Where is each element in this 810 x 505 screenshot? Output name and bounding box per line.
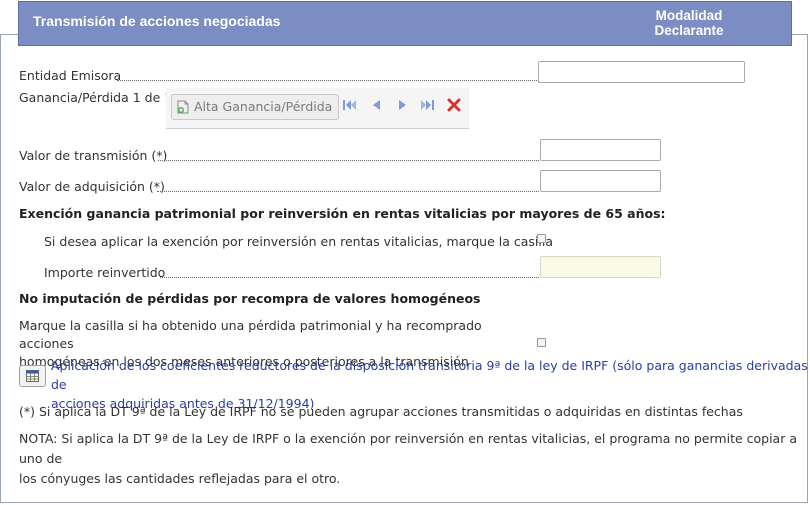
valor-transmision-label: Valor de transmisión (*) [19, 148, 168, 163]
importe-reinvertido-label: Importe reinvertido [44, 265, 166, 280]
section-header: Transmisión de acciones negociadas Modal… [18, 1, 792, 46]
valor-transmision-input[interactable] [540, 139, 661, 161]
modalidad-label: Modalidad [655, 8, 723, 23]
last-icon[interactable] [419, 98, 435, 112]
valor-adquisicion-label: Valor de adquisición (*) [19, 179, 165, 194]
exencion-checkbox[interactable] [537, 234, 546, 243]
nota-line2: los cónyuges las cantidades reflejadas p… [19, 471, 341, 486]
alta-ganancia-perdida-label: Alta Ganancia/Pérdida [194, 99, 333, 114]
declarante-label: Declarante [654, 23, 724, 38]
importe-reinvertido-input [540, 256, 661, 278]
exencion-checkbox-label: Si desea aplicar la exención por reinver… [44, 234, 553, 249]
prev-icon[interactable] [369, 98, 385, 112]
first-icon[interactable] [342, 98, 358, 112]
next-icon[interactable] [394, 98, 410, 112]
alta-ganancia-perdida-button[interactable]: Alta Ganancia/Pérdida [171, 94, 340, 120]
record-toolbar: Alta Ganancia/Pérdida [166, 88, 469, 129]
table-icon [26, 370, 39, 382]
coeficientes-reductores-link-line1: Aplicación de los coeficientes reductore… [51, 358, 808, 392]
no-imputacion-title: No imputación de pérdidas por recompra d… [19, 291, 481, 306]
asterisk-note: (*) Si aplica la DT 9ª de la Ley de IRPF… [19, 404, 743, 419]
leader-dots [158, 160, 539, 161]
leader-dots [160, 277, 539, 278]
nota-line1: NOTA: Si aplica la DT 9ª de la Ley de IR… [19, 431, 797, 466]
no-imputacion-checkbox[interactable] [537, 338, 546, 347]
entidad-emisora-label: Entidad Emisora [19, 68, 122, 83]
exencion-title: Exención ganancia patrimonial por reinve… [19, 206, 666, 221]
modalidad-header: Modalidad Declarante [639, 8, 739, 38]
leader-dots [157, 191, 539, 192]
coeficientes-reductores-button[interactable] [19, 365, 46, 387]
add-document-icon [177, 100, 189, 114]
entidad-emisora-input[interactable] [538, 61, 745, 83]
valor-adquisicion-input[interactable] [540, 170, 661, 192]
nota-text: NOTA: Si aplica la DT 9ª de la Ley de IR… [19, 429, 810, 489]
delete-icon[interactable] [446, 98, 462, 112]
no-imputacion-text-line1: Marque la casilla si ha obtenido una pér… [19, 318, 482, 351]
leader-dots [117, 80, 537, 81]
section-title: Transmisión de acciones negociadas [33, 13, 281, 29]
ganancia-perdida-counter: Ganancia/Pérdida 1 de 1 [19, 90, 173, 105]
